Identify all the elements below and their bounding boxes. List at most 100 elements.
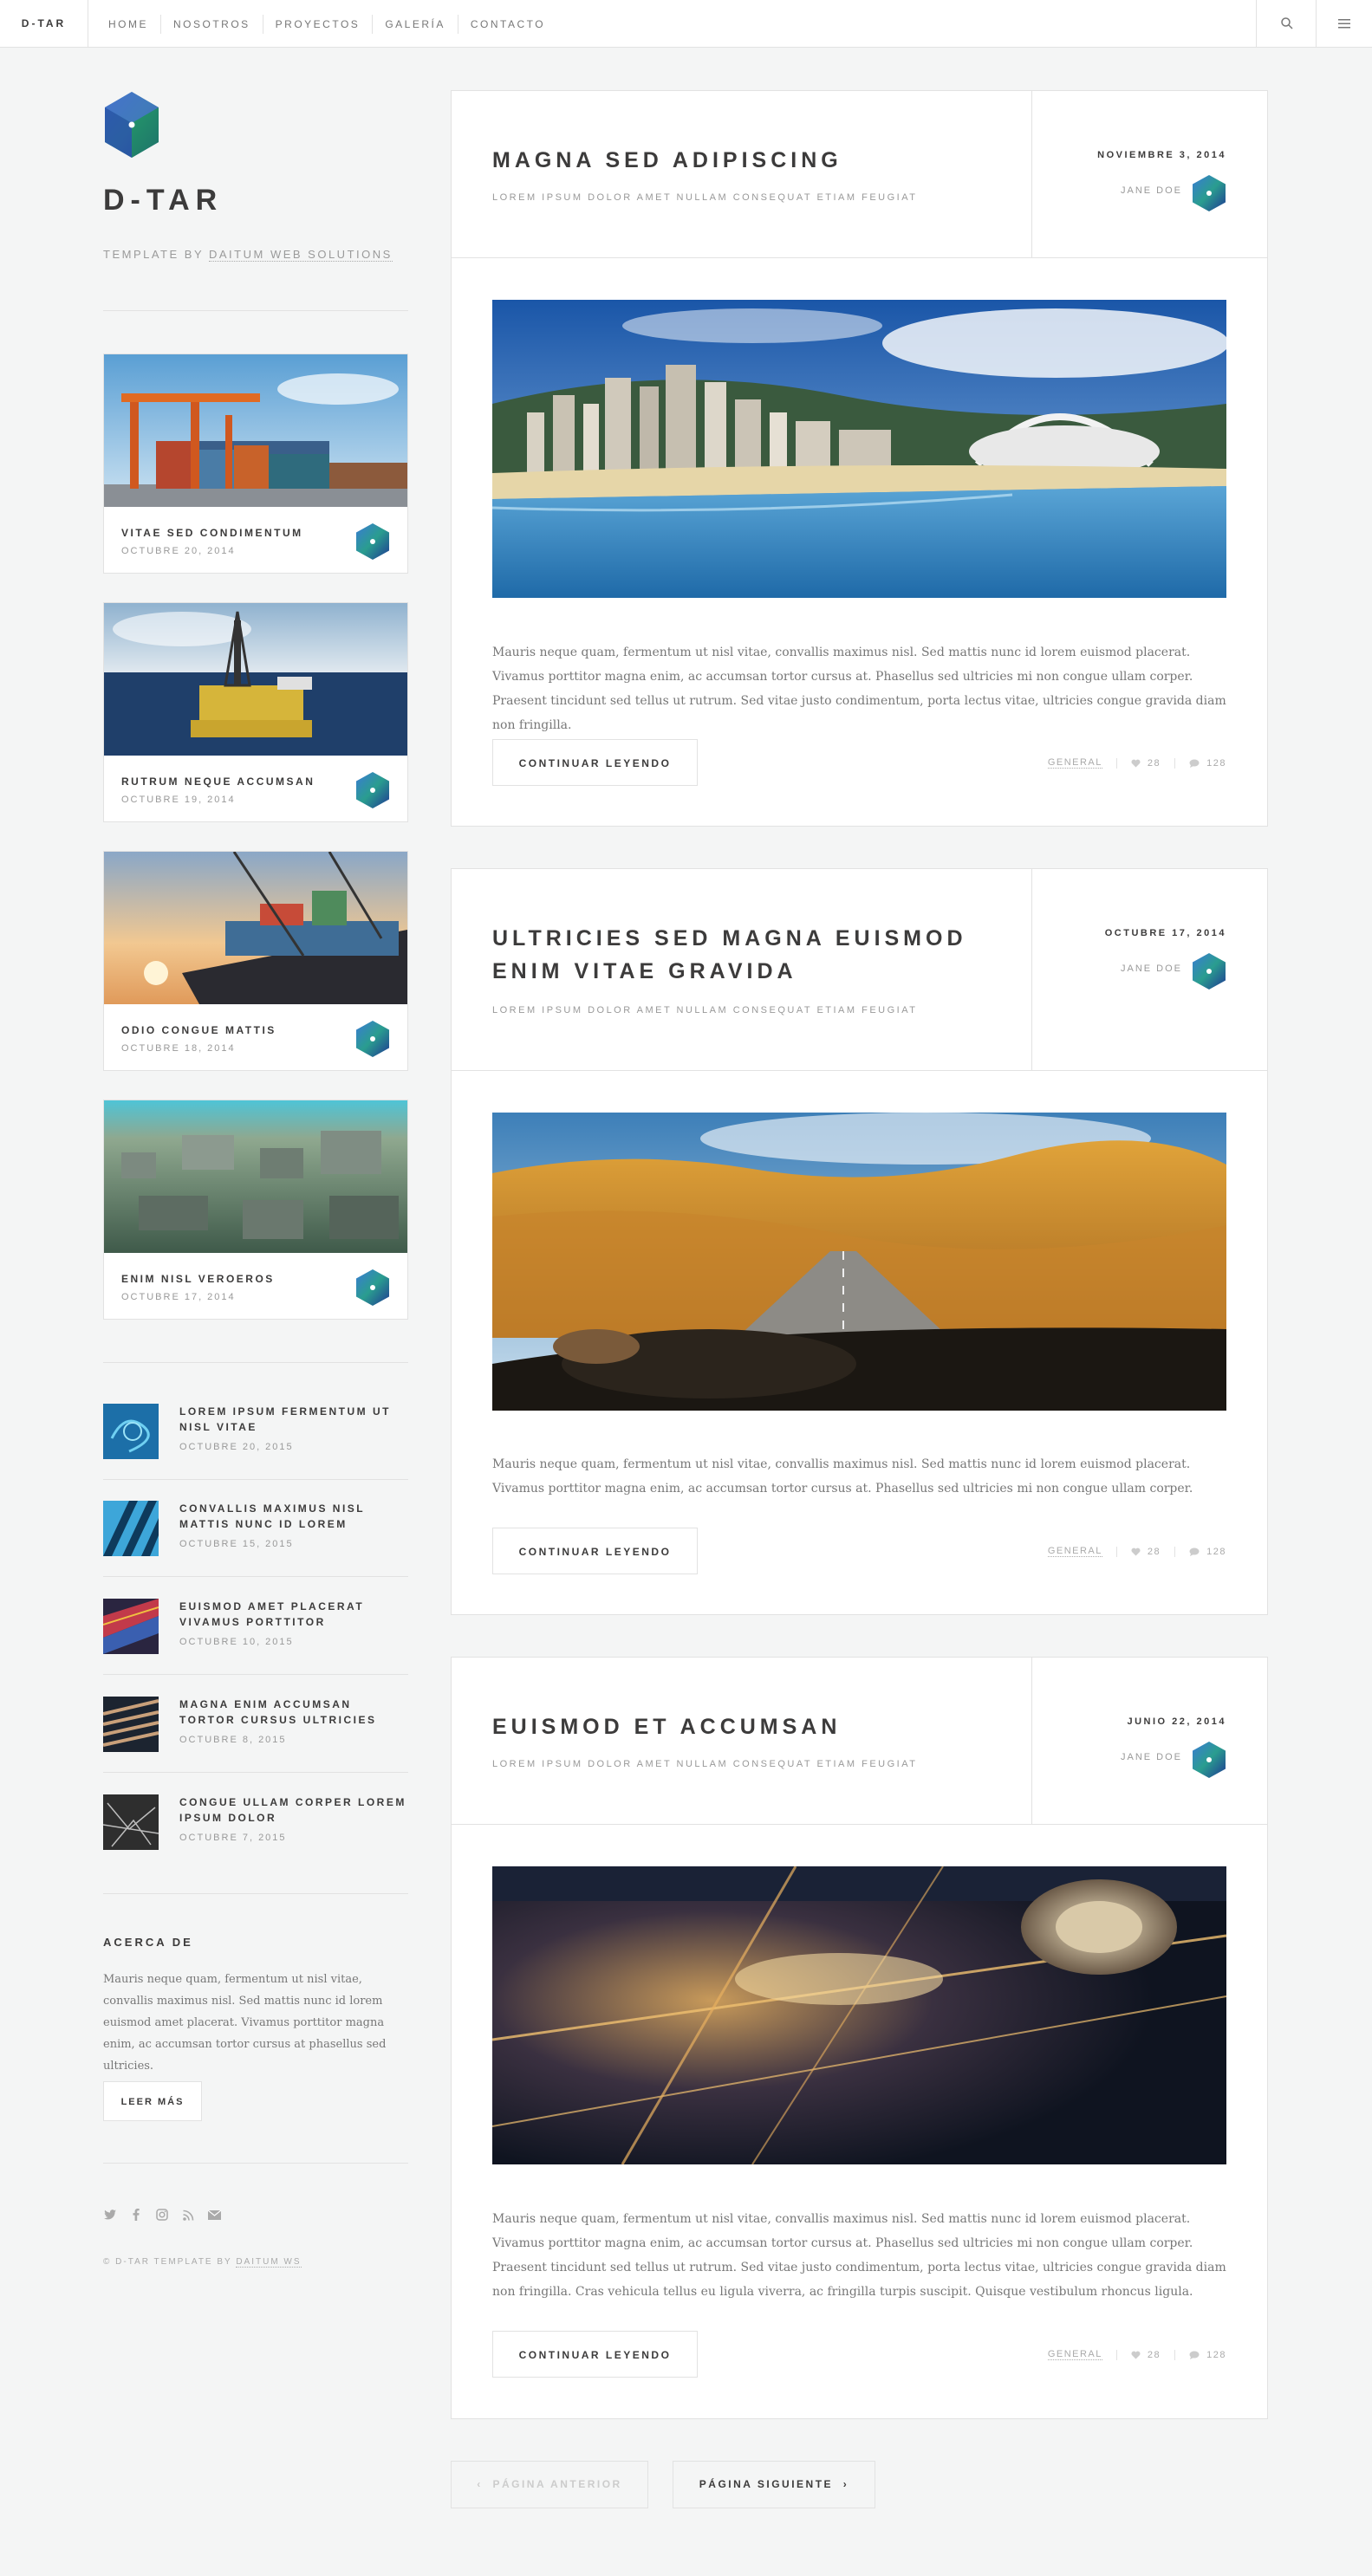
author-avatar-icon[interactable] [1192,952,1226,990]
post-stats: GENERAL 28 128 [1047,757,1226,769]
list-item[interactable]: CONVALLIS MAXIMUS NISL MATTIS NUNC ID LO… [103,1501,408,1598]
top-bar: D-TAR HOME NOSOTROS PROYECTOS GALERÍA CO… [0,0,1372,48]
footer-link[interactable]: DAITUM WS [236,2257,302,2268]
continue-reading-button[interactable]: CONTINUAR LEYENDO [492,1528,698,1574]
brand-logo[interactable]: D-TAR [0,0,88,47]
list-item-title[interactable]: CONGUE ULLAM CORPER LOREM IPSUM DOLOR [179,1794,408,1826]
list-item-date: OCTUBRE 15, 2015 [179,1539,294,1549]
stats-separator [1115,1546,1117,1557]
post-author[interactable]: JANE DOE [1121,964,1182,974]
list-thumbnail[interactable] [103,1501,159,1556]
post-date: OCTUBRE 17, 2014 [1104,928,1226,938]
about-heading: ACERCA DE [103,1936,193,1949]
comments-count: 128 [1206,1546,1226,1557]
mini-post-title[interactable]: VITAE SED CONDIMENTUM [121,527,303,539]
author-avatar-icon[interactable] [355,771,390,809]
comments[interactable]: 128 [1189,2350,1226,2360]
post-category[interactable]: GENERAL [1047,2349,1102,2360]
author-avatar-icon[interactable] [1192,1741,1226,1779]
mini-post-title[interactable]: ODIO CONGUE MATTIS [121,1024,276,1036]
post-title[interactable]: ULTRICIES SED MAGNA EUISMOD ENIM VITAE G… [492,922,978,988]
subtitle-link[interactable]: DAITUM WEB SOLUTIONS [209,248,393,262]
post-image-night-city[interactable] [492,1866,1226,2164]
post-header: MAGNA SED ADIPISCING LOREM IPSUM DOLOR A… [452,91,1267,258]
mini-post-image-city-model[interactable] [104,1100,407,1253]
post-stats: GENERAL 28 128 [1047,2349,1226,2360]
mini-post[interactable]: ENIM NISL VEROEROS OCTUBRE 17, 2014 [103,1100,408,1320]
post-subtitle: LOREM IPSUM DOLOR AMET NULLAM CONSEQUAT … [492,1005,918,1015]
likes[interactable]: 28 [1131,2350,1161,2360]
heart-icon [1131,759,1141,767]
list-item[interactable]: LOREM IPSUM FERMENTUM UT NISL VITAE OCTU… [103,1404,408,1501]
continue-reading-button[interactable]: CONTINUAR LEYENDO [492,739,698,786]
mini-post-date: OCTUBRE 20, 2014 [121,546,236,556]
stats-separator [1115,757,1117,769]
comments-count: 128 [1206,757,1226,769]
rss-icon[interactable] [181,2208,195,2222]
twitter-icon[interactable] [103,2208,117,2222]
likes[interactable]: 28 [1131,1547,1161,1557]
main-nav: HOME NOSOTROS PROYECTOS GALERÍA CONTACTO [96,0,557,48]
nav-contacto[interactable]: CONTACTO [457,14,557,34]
mini-post-date: OCTUBRE 19, 2014 [121,795,236,805]
post-title[interactable]: MAGNA SED ADIPISCING [492,144,978,177]
author-avatar-icon[interactable] [1192,174,1226,212]
read-more-button[interactable]: LEER MÁS [103,2081,202,2121]
mini-post[interactable]: RUTRUM NEQUE ACCUMSAN OCTUBRE 19, 2014 [103,602,408,822]
divider [103,1893,408,1894]
nav-galeria[interactable]: GALERÍA [372,14,458,34]
post-image-desert-road[interactable] [492,1113,1226,1411]
list-item-title[interactable]: MAGNA ENIM ACCUMSAN TORTOR CURSUS ULTRIC… [179,1697,408,1728]
mini-post[interactable]: VITAE SED CONDIMENTUM OCTUBRE 20, 2014 [103,354,408,574]
mini-post[interactable]: ODIO CONGUE MATTIS OCTUBRE 18, 2014 [103,851,408,1071]
list-item-title[interactable]: CONVALLIS MAXIMUS NISL MATTIS NUNC ID LO… [179,1501,408,1532]
mini-post-image-port-cranes[interactable] [104,354,407,507]
mini-post-title[interactable]: ENIM NISL VEROEROS [121,1273,275,1285]
list-item-title[interactable]: LOREM IPSUM FERMENTUM UT NISL VITAE [179,1404,408,1435]
list-item[interactable]: EUISMOD AMET PLACERAT VIVAMUS PORTTITOR … [103,1599,408,1696]
comments[interactable]: 128 [1189,1547,1226,1557]
mini-post-image-cargo-ship[interactable] [104,852,407,1004]
mini-post-image-oil-rig[interactable] [104,603,407,756]
comments[interactable]: 128 [1189,758,1226,769]
mini-post-title[interactable]: RUTRUM NEQUE ACCUMSAN [121,775,315,788]
nav-home[interactable]: HOME [96,15,160,34]
likes-count: 28 [1147,1546,1161,1557]
post-date: JUNIO 22, 2014 [1127,1716,1226,1727]
post-author[interactable]: JANE DOE [1121,1752,1182,1762]
author-avatar-icon[interactable] [355,1020,390,1058]
list-item[interactable]: CONGUE ULLAM CORPER LOREM IPSUM DOLOR OC… [103,1794,408,1891]
post-category[interactable]: GENERAL [1047,757,1102,769]
nav-proyectos[interactable]: PROYECTOS [262,14,373,34]
post-image-coastal-city[interactable] [492,300,1226,598]
author-avatar-icon[interactable] [355,522,390,561]
post-author[interactable]: JANE DOE [1121,185,1182,196]
instagram-icon[interactable] [155,2208,169,2222]
list-thumbnail[interactable] [103,1794,159,1850]
nav-nosotros[interactable]: NOSOTROS [160,14,263,34]
facebook-icon[interactable] [129,2208,143,2222]
list-thumbnail[interactable] [103,1697,159,1752]
continue-reading-button[interactable]: CONTINUAR LEYENDO [492,2331,698,2378]
list-thumbnail[interactable] [103,1404,159,1459]
post-category[interactable]: GENERAL [1047,1546,1102,1557]
list-thumbnail[interactable] [103,1599,159,1654]
menu-button[interactable] [1316,0,1372,47]
post-title[interactable]: EUISMOD ET ACCUMSAN [492,1710,978,1743]
list-item-title[interactable]: EUISMOD AMET PLACERAT VIVAMUS PORTTITOR [179,1599,408,1630]
likes[interactable]: 28 [1131,758,1161,769]
email-icon[interactable] [207,2208,221,2222]
divider [103,1576,408,1577]
site-logo[interactable] [103,90,160,159]
hexagon-logo-icon [105,92,159,158]
list-item-date: OCTUBRE 10, 2015 [179,1637,294,1647]
divider [103,1362,408,1363]
next-page-button[interactable]: PÁGINA SIGUIENTE › [673,2461,875,2508]
footer-copyright: © D-TAR TEMPLATE BY DAITUM WS [103,2257,302,2268]
previous-page-label: PÁGINA ANTERIOR [492,2478,622,2490]
list-item[interactable]: MAGNA ENIM ACCUMSAN TORTOR CURSUS ULTRIC… [103,1697,408,1794]
search-button[interactable] [1256,0,1317,47]
list-item-date: OCTUBRE 8, 2015 [179,1735,287,1745]
author-avatar-icon[interactable] [355,1269,390,1307]
previous-page-button[interactable]: ‹ PÁGINA ANTERIOR [451,2461,648,2508]
